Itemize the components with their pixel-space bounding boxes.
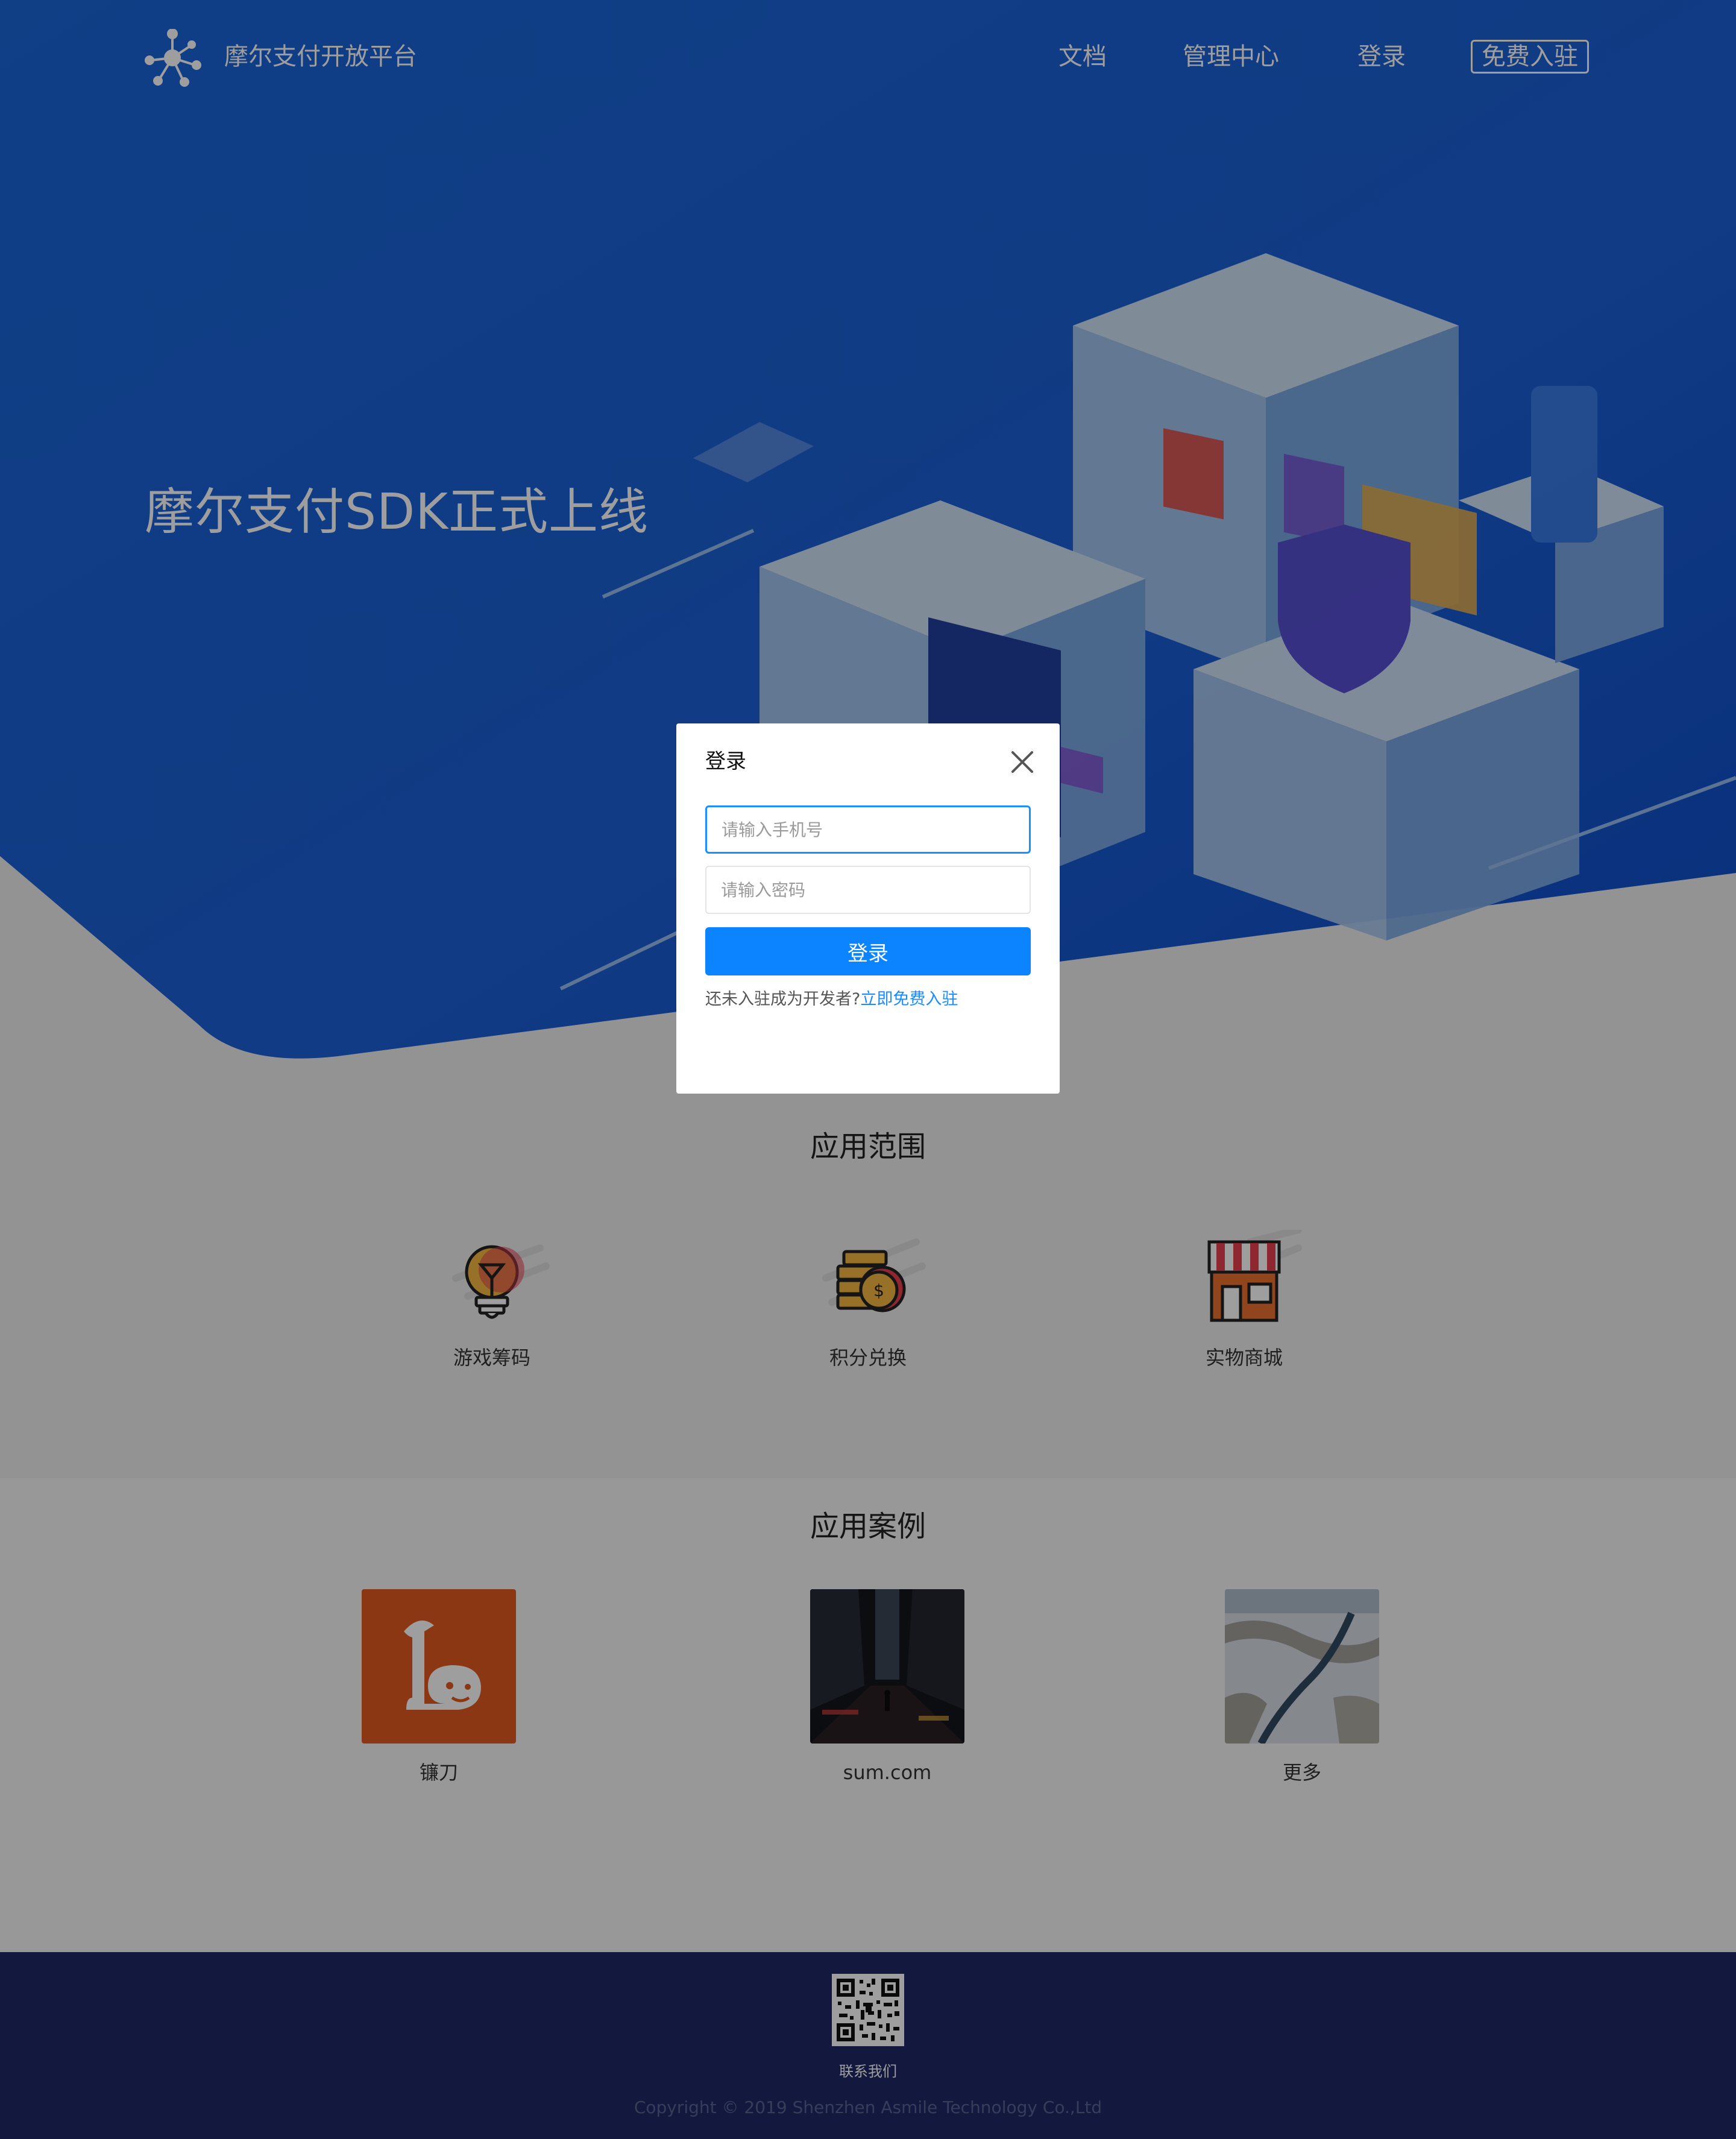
close-icon[interactable]: [1005, 745, 1039, 779]
modal-title: 登录: [705, 749, 746, 773]
login-modal: 登录 登录 还未入驻成为开发者?立即免费入驻: [676, 723, 1060, 1094]
phone-input[interactable]: [705, 805, 1031, 854]
register-hint: 还未入驻成为开发者?立即免费入驻: [705, 986, 958, 1013]
register-now-link[interactable]: 立即免费入驻: [860, 990, 958, 1009]
password-input[interactable]: [705, 866, 1031, 914]
login-submit-button[interactable]: 登录: [705, 927, 1031, 975]
register-hint-text: 还未入驻成为开发者?: [705, 990, 861, 1009]
